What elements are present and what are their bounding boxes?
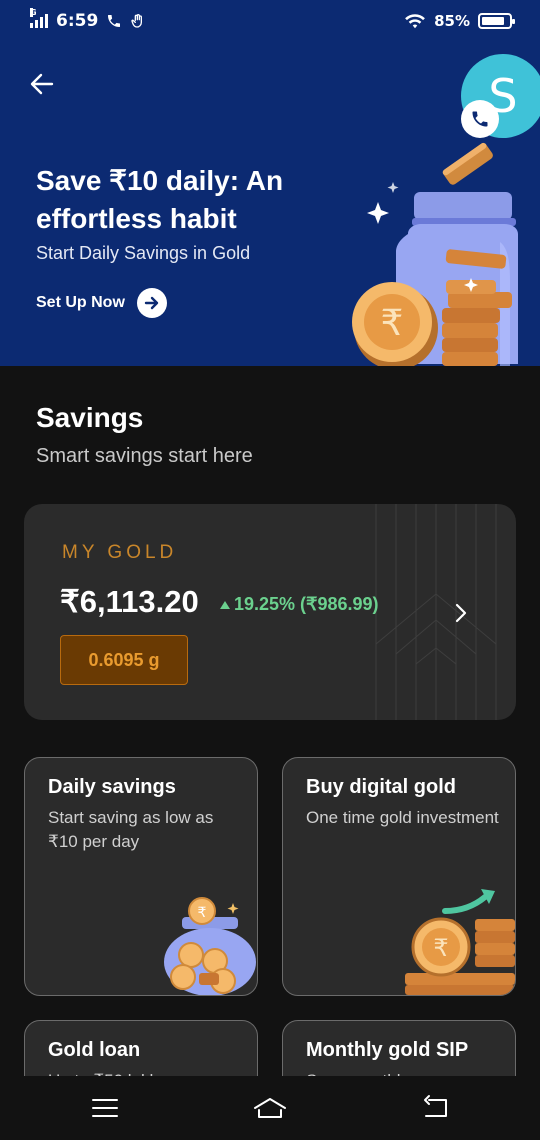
menu-icon[interactable] xyxy=(90,1094,120,1122)
gold-jar-illustration: ₹ xyxy=(352,142,518,366)
tile-description: Start saving as low as ₹10 per day xyxy=(48,808,214,851)
my-gold-label: MY GOLD xyxy=(62,542,178,563)
system-navigation-bar xyxy=(0,1076,540,1140)
set-up-now-button[interactable]: Set Up Now xyxy=(36,288,167,318)
tile-description: One time gold investment xyxy=(306,808,499,827)
tile-title: Daily savings xyxy=(48,776,176,798)
svg-text:₹: ₹ xyxy=(381,303,404,344)
savings-title: Savings xyxy=(36,402,144,433)
arrow-right-icon xyxy=(136,288,167,318)
buy-digital-gold-tile[interactable]: Buy digital gold One time gold investmen… xyxy=(282,757,516,996)
network-type-label: G xyxy=(30,8,37,17)
svg-text:₹: ₹ xyxy=(198,905,207,921)
set-up-now-label: Set Up Now xyxy=(36,294,125,311)
call-icon[interactable] xyxy=(461,100,499,138)
banner-subtitle: Start Daily Savings in Gold xyxy=(36,243,251,263)
svg-text:₹: ₹ xyxy=(433,934,448,962)
daily-savings-tile[interactable]: Daily savings Start saving as low as ₹10… xyxy=(24,757,258,996)
banner-title: Save ₹10 daily: An effortless habit xyxy=(36,165,284,234)
gold-change: 19.25% (₹986.99) xyxy=(220,594,379,615)
hand-icon xyxy=(131,14,143,28)
status-time: 6:59 xyxy=(56,11,99,31)
gold-grams-badge: 0.6095 g xyxy=(60,635,188,685)
my-gold-card[interactable]: MY GOLD ₹6,113.20 19.25% (₹986.99) 0.609… xyxy=(24,504,516,720)
card-pattern-decoration xyxy=(375,504,497,720)
battery-percent: 85% xyxy=(434,12,470,30)
tile-title: Monthly gold SIP xyxy=(306,1039,469,1061)
home-icon[interactable] xyxy=(252,1094,288,1122)
chevron-right-icon[interactable] xyxy=(452,602,470,624)
tile-title: Gold loan xyxy=(48,1039,141,1061)
gold-value: ₹6,113.20 xyxy=(60,584,199,619)
back-icon[interactable] xyxy=(420,1094,450,1122)
status-bar: G 6:59 85% xyxy=(0,0,540,42)
signal-icon: G xyxy=(30,8,48,28)
daily-savings-banner[interactable]: S Save ₹10 daily: An effortless habit St… xyxy=(0,42,540,366)
battery-icon xyxy=(478,13,515,29)
coin-jar-illustration: ₹ xyxy=(164,897,256,995)
trend-up-icon xyxy=(220,600,230,609)
wifi-icon xyxy=(405,14,425,29)
savings-subtitle: Smart savings start here xyxy=(36,445,253,467)
phone-icon xyxy=(108,15,121,27)
back-arrow-icon[interactable] xyxy=(28,70,56,98)
gold-coins-illustration: ₹ xyxy=(405,889,515,995)
tile-title: Buy digital gold xyxy=(306,776,456,798)
gold-change-text: 19.25% (₹986.99) xyxy=(234,594,379,614)
